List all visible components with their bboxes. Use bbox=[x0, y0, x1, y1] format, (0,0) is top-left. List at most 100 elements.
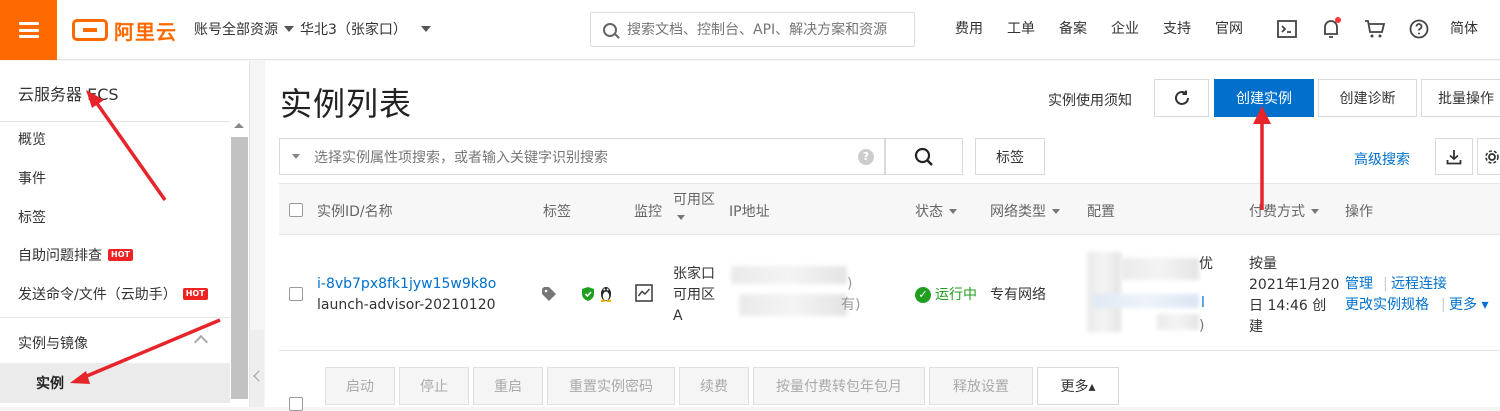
instance-id-link[interactable]: i-8vb7px8fk1jyw15w9k8o bbox=[317, 274, 496, 294]
sidebar-item-tags[interactable]: 标签 bbox=[18, 207, 46, 227]
check-circle-icon: ✓ bbox=[915, 287, 931, 303]
caret-down-icon[interactable] bbox=[677, 215, 685, 220]
top-link-billing[interactable]: 费用 bbox=[955, 18, 983, 38]
sidebar: 云服务器 ECS 概览 事件 标签 自助问题排查 HOT 发送命令/文件（云助手）… bbox=[0, 61, 250, 407]
manage-link[interactable]: 管理 bbox=[1345, 274, 1373, 294]
top-link-enterprise[interactable]: 企业 bbox=[1111, 18, 1139, 38]
sidebar-scrollbar[interactable] bbox=[231, 137, 248, 399]
ip-fragment: 有) bbox=[841, 297, 861, 313]
create-instance-button[interactable]: 创建实例 bbox=[1214, 79, 1314, 117]
sidebar-item-events[interactable]: 事件 bbox=[18, 168, 46, 188]
export-button[interactable] bbox=[1435, 138, 1473, 175]
monitor-icon[interactable] bbox=[635, 284, 653, 308]
ip-redaction bbox=[731, 266, 847, 284]
zone-line: A bbox=[673, 308, 683, 324]
search-icon bbox=[914, 147, 933, 166]
advanced-search-link[interactable]: 高级搜索 bbox=[1354, 149, 1410, 169]
remote-connect-link[interactable]: 远程连接 bbox=[1391, 274, 1447, 294]
batch-operation-button[interactable]: 批量操作 bbox=[1421, 79, 1500, 117]
network-type: 专有网络 bbox=[990, 287, 1046, 303]
language-selector[interactable]: 简体 bbox=[1450, 18, 1478, 38]
status-badge: ✓ 运行中 bbox=[915, 285, 977, 305]
main-content: 实例列表 实例使用须知 创建实例 创建诊断 批量操作 选择实例属性项搜索，或者输… bbox=[265, 61, 1500, 411]
billing-created: 2021年1月20 bbox=[1249, 277, 1340, 293]
global-search-input[interactable] bbox=[627, 21, 907, 38]
instance-notice-link[interactable]: 实例使用须知 bbox=[1048, 90, 1132, 110]
instance-filter[interactable]: 选择实例属性项搜索，或者输入关键字识别搜索 ? bbox=[279, 138, 885, 175]
row-checkbox[interactable] bbox=[289, 287, 303, 301]
billing-method: 按量 bbox=[1249, 256, 1277, 272]
column-zone: 可用区 bbox=[673, 192, 715, 208]
config-redaction bbox=[1157, 314, 1199, 330]
linux-icon bbox=[599, 284, 613, 308]
config-redaction bbox=[1121, 258, 1199, 280]
filter-search-button[interactable] bbox=[885, 138, 963, 175]
caret-down-icon bbox=[420, 26, 431, 32]
top-link-support[interactable]: 支持 bbox=[1163, 18, 1191, 38]
resize-instance-link[interactable]: 更改实例规格 bbox=[1345, 295, 1429, 315]
column-monitor: 监控 bbox=[634, 204, 662, 220]
config-fragment: l bbox=[1201, 295, 1205, 311]
stop-button[interactable]: 停止 bbox=[399, 367, 469, 405]
gear-icon bbox=[1485, 149, 1499, 164]
chevron-up-icon[interactable] bbox=[193, 334, 209, 350]
top-link-site[interactable]: 官网 bbox=[1215, 18, 1243, 38]
filter-placeholder[interactable]: 选择实例属性项搜索，或者输入关键字识别搜索 bbox=[314, 147, 858, 167]
shield-icon[interactable] bbox=[581, 286, 595, 308]
more-actions-button[interactable]: 更多▴ bbox=[1037, 367, 1119, 405]
cart-icon[interactable] bbox=[1363, 17, 1387, 41]
column-network[interactable]: 网络类型 bbox=[990, 201, 1060, 221]
sidebar-title[interactable]: 云服务器 ECS bbox=[18, 81, 119, 105]
sidebar-group-instances-images[interactable]: 实例与镜像 bbox=[18, 333, 88, 353]
select-all-bottom-checkbox[interactable] bbox=[289, 397, 303, 411]
bell-icon[interactable] bbox=[1319, 17, 1343, 41]
create-diagnosis-button[interactable]: 创建诊断 bbox=[1318, 79, 1417, 117]
refresh-button[interactable] bbox=[1154, 79, 1209, 117]
sidebar-collapse-handle[interactable] bbox=[250, 330, 264, 407]
sidebar-item-self-diagnosis[interactable]: 自助问题排查 HOT bbox=[18, 245, 133, 265]
renew-button[interactable]: 续费 bbox=[679, 367, 749, 405]
top-link-ticket[interactable]: 工单 bbox=[1007, 18, 1035, 38]
aliyun-logo[interactable]: 阿里云 bbox=[72, 16, 177, 44]
settings-button[interactable] bbox=[1477, 138, 1500, 175]
start-button[interactable]: 启动 bbox=[325, 367, 395, 405]
menu-button[interactable] bbox=[0, 0, 57, 60]
column-config: 配置 bbox=[1087, 204, 1115, 220]
notification-dot bbox=[1335, 17, 1341, 23]
ip-fragment: ) bbox=[847, 276, 853, 292]
top-links: 费用 工单 备案 企业 支持 官网 bbox=[955, 18, 1243, 38]
billing-created: 日 14:46 创 bbox=[1249, 298, 1327, 314]
convert-billing-button[interactable]: 按量付费转包年包月 bbox=[753, 367, 925, 405]
caret-down-icon bbox=[1052, 208, 1060, 214]
select-all-checkbox[interactable] bbox=[289, 203, 303, 217]
sidebar-item-cloud-assistant[interactable]: 发送命令/文件（云助手） HOT bbox=[18, 284, 208, 304]
reset-password-button[interactable]: 重置实例密码 bbox=[547, 367, 675, 405]
terminal-icon[interactable] bbox=[1275, 17, 1299, 41]
config-fragment: 优 bbox=[1199, 256, 1213, 272]
top-link-icp[interactable]: 备案 bbox=[1059, 18, 1087, 38]
tag-filter-button[interactable]: 标签 bbox=[975, 138, 1045, 175]
release-settings-button[interactable]: 释放设置 bbox=[929, 367, 1033, 405]
resource-scope-selector[interactable]: 账号全部资源 华北3（张家口） bbox=[194, 19, 431, 39]
column-billing[interactable]: 付费方式 bbox=[1249, 201, 1319, 221]
restart-button[interactable]: 重启 bbox=[473, 367, 543, 405]
sidebar-divider bbox=[0, 121, 230, 122]
help-icon[interactable] bbox=[1407, 17, 1431, 41]
column-status[interactable]: 状态 bbox=[915, 201, 957, 221]
region-selector[interactable]: 华北3（张家口） bbox=[300, 19, 407, 39]
tag-icon[interactable] bbox=[541, 286, 557, 308]
config-fragment: ) bbox=[1199, 318, 1205, 334]
sidebar-item-instances[interactable]: 实例 bbox=[0, 363, 230, 403]
zone-line: 可用区 bbox=[673, 287, 715, 303]
sidebar-item-overview[interactable]: 概览 bbox=[18, 129, 46, 149]
more-ops-link[interactable]: 更多 ▾ bbox=[1449, 295, 1488, 315]
scroll-up-icon[interactable] bbox=[234, 123, 244, 128]
column-instance-id: 实例ID/名称 bbox=[317, 204, 393, 220]
hamburger-icon bbox=[18, 22, 39, 38]
caret-down-icon bbox=[1311, 208, 1319, 214]
help-icon[interactable]: ? bbox=[858, 148, 874, 165]
column-ip: IP地址 bbox=[729, 204, 770, 220]
config-redaction bbox=[1093, 294, 1199, 308]
caret-down-icon[interactable] bbox=[292, 154, 300, 159]
global-search[interactable] bbox=[590, 12, 915, 47]
